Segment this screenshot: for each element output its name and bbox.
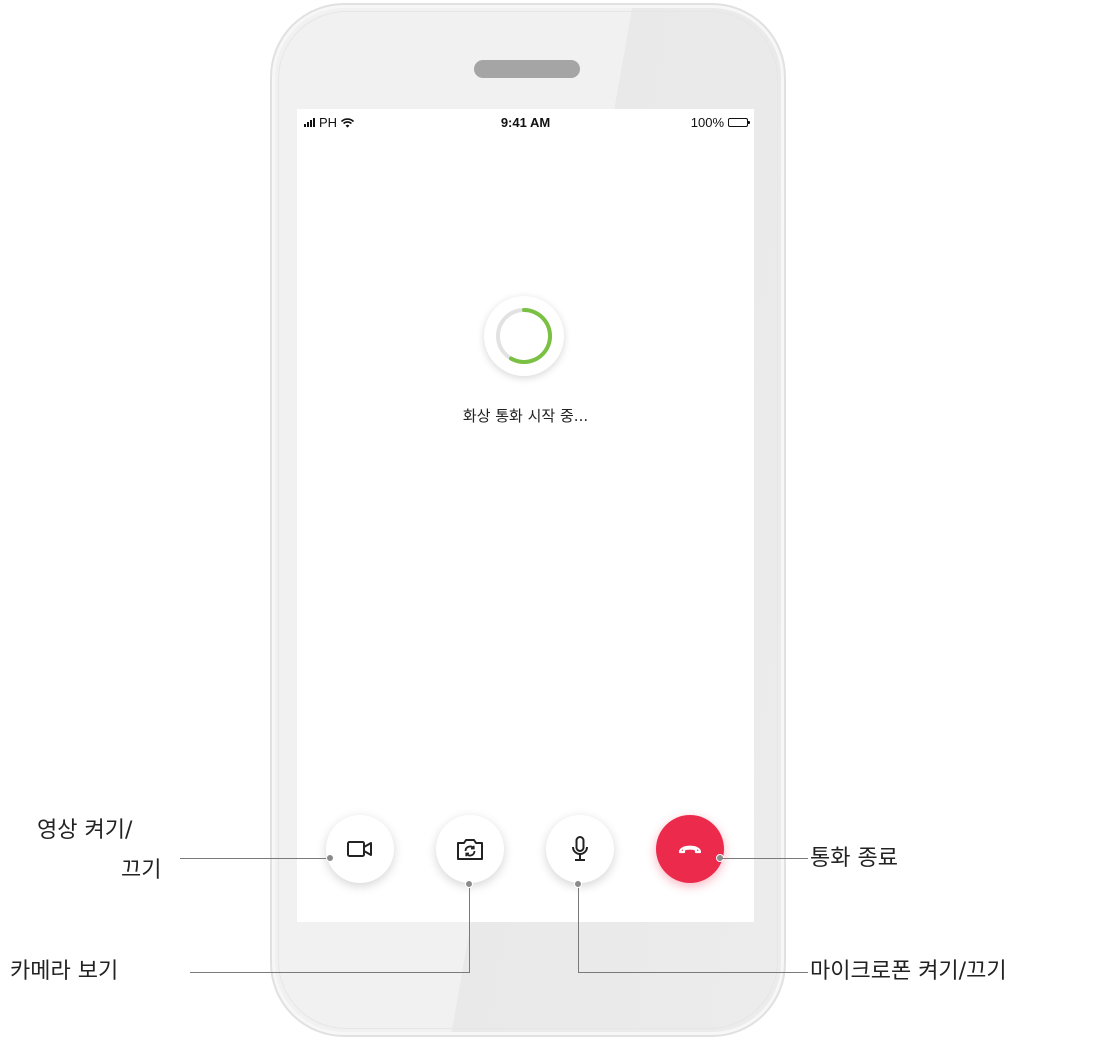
callout-video-line1: 영상 켜기/ [37, 818, 133, 843]
video-toggle-button[interactable] [326, 815, 394, 883]
callout-video-line [180, 858, 330, 859]
callout-camera-view: 카메라 보기 [10, 959, 119, 984]
callout-video-dot [326, 854, 334, 862]
status-time: 9:41 AM [500, 115, 551, 130]
callout-camera-dot [465, 880, 473, 888]
video-camera-icon [347, 841, 372, 857]
battery-percent: 100% [690, 115, 724, 130]
spinner-icon [496, 308, 553, 364]
phone-screen: PH 9:41 AM 100% 화상 통화 시작 중... [297, 109, 754, 922]
status-bar: PH 9:41 AM 100% [297, 109, 754, 135]
camera-switch-button[interactable] [436, 815, 504, 883]
battery-icon [728, 118, 750, 127]
call-status-text: 화상 통화 시작 중... [462, 407, 589, 425]
loading-spinner [484, 296, 564, 376]
callout-camera-vline [469, 884, 470, 973]
callout-video-line2: 끄기 [121, 858, 162, 883]
camera-switch-icon [457, 839, 483, 860]
callout-camera-hline [190, 972, 470, 973]
end-call-button[interactable] [656, 815, 724, 883]
callout-microphone: 마이크로폰 켜기/끄기 [810, 959, 1007, 984]
microphone-toggle-button[interactable] [546, 815, 614, 883]
callout-mic-vline [578, 884, 579, 973]
callout-endcall-line [722, 858, 808, 859]
status-right: 100% [690, 115, 750, 130]
callout-mic-dot [574, 880, 582, 888]
callout-end-call: 통화 종료 [810, 846, 898, 871]
callout-mic-hline [578, 972, 808, 973]
hang-up-icon [678, 845, 702, 854]
microphone-icon [572, 836, 588, 861]
phone-speaker [474, 60, 580, 78]
